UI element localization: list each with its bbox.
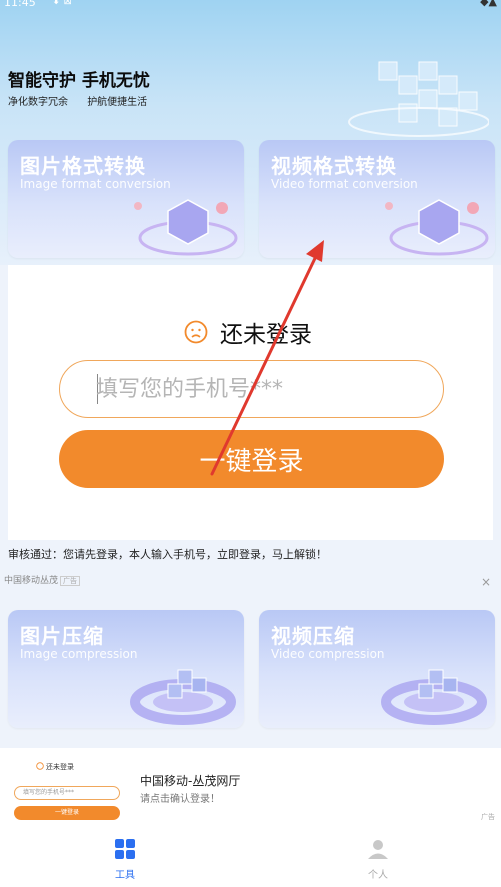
ring-cubes-illustration-icon bbox=[130, 669, 236, 725]
sad-face-icon bbox=[184, 320, 208, 344]
login-panel: 还未登录 一键登录 bbox=[8, 265, 493, 540]
video-compression-card[interactable]: 视频压缩 Video compression bbox=[259, 610, 495, 728]
ad-preview-input: 填写您的手机号*** bbox=[14, 786, 120, 800]
person-icon bbox=[368, 840, 388, 859]
hexagon-illustration-icon bbox=[134, 199, 238, 256]
card-title: 图片格式转换 bbox=[20, 154, 146, 178]
sad-face-icon bbox=[36, 762, 44, 770]
hero-cubes-illustration bbox=[348, 61, 489, 137]
status-time: 11:45 bbox=[4, 0, 36, 9]
ring-cubes-illustration-icon bbox=[381, 669, 487, 725]
bottom-ad-banner[interactable]: 还未登录 填写您的手机号*** 一键登录 中国移动-丛茂网厅 请点击确认登录！ … bbox=[0, 748, 501, 830]
image-format-conversion-card[interactable]: 图片格式转换 Image format conversion bbox=[8, 140, 244, 258]
ad-tag: 广告 bbox=[60, 576, 81, 586]
status-notification-icons: ⬇ ⊠ bbox=[52, 0, 72, 7]
card-title: 图片压缩 bbox=[20, 624, 104, 648]
login-status: 还未登录 bbox=[184, 315, 312, 349]
login-status-text: 还未登录 bbox=[220, 322, 312, 348]
video-format-conversion-card[interactable]: 视频格式转换 Video format conversion bbox=[259, 140, 495, 258]
hexagon-illustration-icon bbox=[385, 199, 489, 256]
card-title: 视频压缩 bbox=[271, 624, 355, 648]
hero-subtitle-2: 护航便捷生活 bbox=[87, 97, 148, 108]
hero-subtitle-1: 净化数字冗余 bbox=[8, 97, 68, 108]
tab-tools[interactable]: 工具 bbox=[95, 838, 155, 881]
phone-input-wrapper[interactable] bbox=[59, 360, 444, 418]
image-compression-card[interactable]: 图片压缩 Image compression bbox=[8, 610, 244, 728]
ad-title: 中国移动-丛茂网厅 bbox=[140, 774, 241, 788]
phone-number-input[interactable] bbox=[96, 373, 416, 405]
status-signal-icons: ◆▲ bbox=[480, 0, 497, 8]
grid-icon bbox=[115, 839, 135, 859]
ad-mark: 广告 bbox=[481, 813, 495, 821]
ad-description: 请点击确认登录！ bbox=[140, 794, 220, 805]
login-notice: 审核通过：您请先登录，本人输入手机号，立即登录，马上解锁！ bbox=[8, 548, 327, 561]
card-subtitle: Video compression bbox=[271, 647, 385, 661]
close-ad-icon[interactable]: × bbox=[481, 575, 491, 589]
card-title: 视频格式转换 bbox=[271, 154, 397, 178]
card-subtitle: Image compression bbox=[20, 647, 138, 661]
hero-subtitle: 净化数字冗余 护航便捷生活 bbox=[8, 93, 163, 108]
ad-preview-thumbnail: 还未登录 填写您的手机号*** 一键登录 bbox=[10, 760, 125, 824]
tab-profile-label: 个人 bbox=[368, 870, 388, 881]
ad-preview-button: 一键登录 bbox=[14, 806, 120, 820]
bottom-tab-bar: 工具 个人 bbox=[0, 830, 501, 887]
tab-profile[interactable]: 个人 bbox=[348, 838, 408, 881]
ad-preview-status: 还未登录 bbox=[46, 763, 74, 771]
inline-ad-text: 中国移动丛茂 bbox=[4, 576, 59, 586]
inline-ad[interactable]: 中国移动丛茂 广告 bbox=[4, 573, 81, 586]
status-bar: 11:45 ⬇ ⊠ ◆▲ bbox=[0, 0, 501, 10]
tab-tools-label: 工具 bbox=[115, 870, 135, 881]
hero-title: 智能守护 手机无忧 bbox=[8, 71, 150, 91]
one-click-login-button[interactable]: 一键登录 bbox=[59, 430, 444, 488]
